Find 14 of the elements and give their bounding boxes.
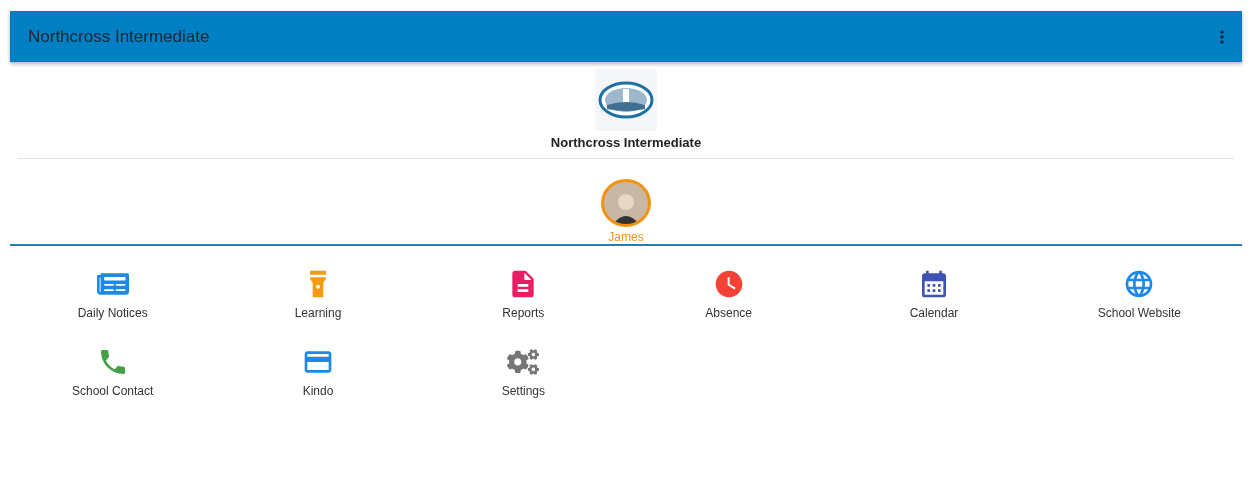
menu-tile[interactable]: Learning [215, 268, 421, 320]
menu-tile[interactable]: School Website [1036, 268, 1242, 320]
school-logo [595, 69, 657, 131]
menu-tile[interactable]: Kindo [215, 346, 421, 398]
menu-tile[interactable]: Calendar [831, 268, 1037, 320]
school-name: Northcross Intermediate [550, 135, 702, 150]
menu-tile[interactable]: Reports [420, 268, 626, 320]
student-avatar[interactable] [601, 179, 651, 227]
menu-tile[interactable]: School Contact [10, 346, 216, 398]
menu-tile[interactable]: Daily Notices [10, 268, 216, 320]
menu-tile[interactable]: Settings [420, 346, 626, 398]
app-title: Northcross Intermediate [28, 26, 210, 47]
student-name: James [608, 230, 644, 244]
menu-tile[interactable]: Absence [626, 268, 832, 320]
